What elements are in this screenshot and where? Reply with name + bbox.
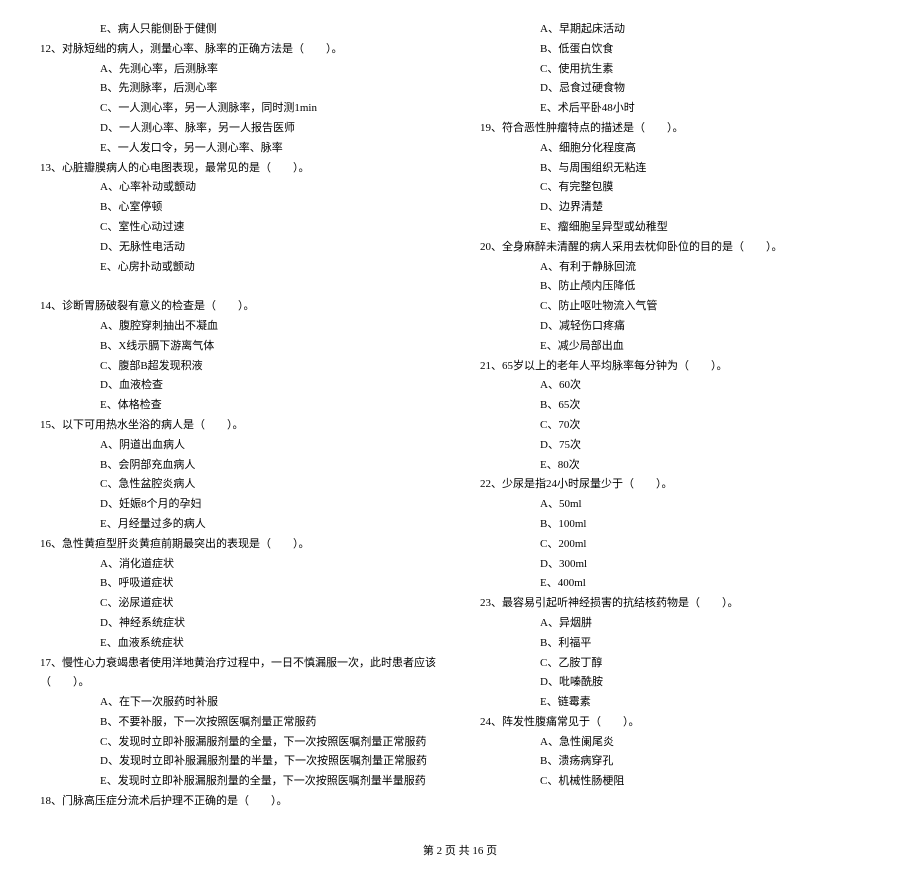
- q24-option-a: A、急性阑尾炎: [480, 733, 880, 753]
- q23-option-d: D、吡嗪酰胺: [480, 673, 880, 693]
- q12-option-a: A、先测心率，后测脉率: [40, 60, 440, 80]
- q21-option-c: C、70次: [480, 416, 880, 436]
- q24-stem: 24、阵发性腹痛常见于（ ）。: [480, 713, 880, 733]
- q19-option-c: C、有完整包膜: [480, 178, 880, 198]
- q21-stem: 21、65岁以上的老年人平均脉率每分钟为（ ）。: [480, 357, 880, 377]
- q23-option-c: C、乙胺丁醇: [480, 654, 880, 674]
- q14-option-a: A、腹腔穿刺抽出不凝血: [40, 317, 440, 337]
- q20-option-b: B、防止颅内压降低: [480, 277, 880, 297]
- right-column: A、早期起床活动 B、低蛋白饮食 C、使用抗生素 D、忌食过硬食物 E、术后平卧…: [480, 20, 880, 812]
- q19-option-e: E、瘤细胞呈异型或幼稚型: [480, 218, 880, 238]
- q18-option-c: C、使用抗生素: [480, 60, 880, 80]
- q17-option-a: A、在下一次服药时补服: [40, 693, 440, 713]
- q14-option-b: B、X线示膈下游离气体: [40, 337, 440, 357]
- q19-option-a: A、细胞分化程度高: [480, 139, 880, 159]
- q22-option-a: A、50ml: [480, 495, 880, 515]
- q23-option-a: A、异烟肼: [480, 614, 880, 634]
- q23-option-b: B、利福平: [480, 634, 880, 654]
- q14-option-d: D、血液检查: [40, 376, 440, 396]
- q18-stem: 18、门脉高压症分流术后护理不正确的是（ ）。: [40, 792, 440, 812]
- q14-option-e: E、体格检查: [40, 396, 440, 416]
- q19-option-d: D、边界清楚: [480, 198, 880, 218]
- q17-option-b: B、不要补服，下一次按照医嘱剂量正常服药: [40, 713, 440, 733]
- q13-option-e: E、心房扑动或颤动: [40, 258, 440, 278]
- q11-option-e: E、病人只能侧卧于健侧: [40, 20, 440, 40]
- q20-option-e: E、减少局部出血: [480, 337, 880, 357]
- left-column: E、病人只能侧卧于健侧 12、对脉短绌的病人，测量心率、脉率的正确方法是（ ）。…: [40, 20, 440, 812]
- q23-option-e: E、链霉素: [480, 693, 880, 713]
- q12-option-e: E、一人发口令，另一人测心率、脉率: [40, 139, 440, 159]
- q17-option-c: C、发现时立即补服漏服剂量的全量，下一次按照医嘱剂量正常服药: [40, 733, 440, 753]
- q12-stem: 12、对脉短绌的病人，测量心率、脉率的正确方法是（ ）。: [40, 40, 440, 60]
- q12-option-b: B、先测脉率，后测心率: [40, 79, 440, 99]
- q17-stem: 17、慢性心力衰竭患者使用洋地黄治疗过程中，一日不慎漏服一次，此时患者应该（ ）…: [40, 654, 440, 694]
- q23-stem: 23、最容易引起听神经损害的抗结核药物是（ ）。: [480, 594, 880, 614]
- q16-option-e: E、血液系统症状: [40, 634, 440, 654]
- q15-option-a: A、阴道出血病人: [40, 436, 440, 456]
- q22-stem: 22、少尿是指24小时尿量少于（ ）。: [480, 475, 880, 495]
- q16-stem: 16、急性黄疸型肝炎黄疸前期最突出的表现是（ ）。: [40, 535, 440, 555]
- q12-option-c: C、一人测心率，另一人测脉率，同时测1min: [40, 99, 440, 119]
- q18-option-d: D、忌食过硬食物: [480, 79, 880, 99]
- q16-option-d: D、神经系统症状: [40, 614, 440, 634]
- q18-option-a: A、早期起床活动: [480, 20, 880, 40]
- q21-option-a: A、60次: [480, 376, 880, 396]
- q18-option-b: B、低蛋白饮食: [480, 40, 880, 60]
- q15-option-c: C、急性盆腔炎病人: [40, 475, 440, 495]
- q20-option-a: A、有利于静脉回流: [480, 258, 880, 278]
- q18-option-e: E、术后平卧48小时: [480, 99, 880, 119]
- q20-stem: 20、全身麻醉未清醒的病人采用去枕仰卧位的目的是（ ）。: [480, 238, 880, 258]
- q17-option-d: D、发现时立即补服漏服剂量的半量，下一次按照医嘱剂量正常服药: [40, 752, 440, 772]
- q20-option-c: C、防止呕吐物流入气管: [480, 297, 880, 317]
- q13-stem: 13、心脏瓣膜病人的心电图表现，最常见的是（ ）。: [40, 159, 440, 179]
- q13-option-a: A、心率补动或颤动: [40, 178, 440, 198]
- q14-stem: 14、诊断胃肠破裂有意义的检查是（ ）。: [40, 297, 440, 317]
- q12-option-d: D、一人测心率、脉率，另一人报告医师: [40, 119, 440, 139]
- q22-option-c: C、200ml: [480, 535, 880, 555]
- q24-option-c: C、机械性肠梗阻: [480, 772, 880, 792]
- q13-option-b: B、心室停顿: [40, 198, 440, 218]
- q21-option-e: E、80次: [480, 456, 880, 476]
- q22-option-e: E、400ml: [480, 574, 880, 594]
- q21-option-d: D、75次: [480, 436, 880, 456]
- q15-stem: 15、以下可用热水坐浴的病人是（ ）。: [40, 416, 440, 436]
- q19-option-b: B、与周围组织无粘连: [480, 159, 880, 179]
- q24-option-b: B、溃疡病穿孔: [480, 752, 880, 772]
- q19-stem: 19、符合恶性肿瘤特点的描述是（ ）。: [480, 119, 880, 139]
- q20-option-d: D、减轻伤口疼痛: [480, 317, 880, 337]
- q14-option-c: C、腹部B超发现积液: [40, 357, 440, 377]
- q15-option-b: B、会阴部充血病人: [40, 456, 440, 476]
- q16-option-a: A、消化道症状: [40, 555, 440, 575]
- page-footer: 第 2 页 共 16 页: [40, 842, 880, 862]
- q15-option-e: E、月经量过多的病人: [40, 515, 440, 535]
- q13-option-c: C、室性心动过速: [40, 218, 440, 238]
- q22-option-b: B、100ml: [480, 515, 880, 535]
- two-column-layout: E、病人只能侧卧于健侧 12、对脉短绌的病人，测量心率、脉率的正确方法是（ ）。…: [40, 20, 880, 812]
- q22-option-d: D、300ml: [480, 555, 880, 575]
- q17-option-e: E、发现时立即补服漏服剂量的全量，下一次按照医嘱剂量半量服药: [40, 772, 440, 792]
- q13-option-d: D、无脉性电活动: [40, 238, 440, 258]
- q16-option-b: B、呼吸道症状: [40, 574, 440, 594]
- q15-option-d: D、妊娠8个月的孕妇: [40, 495, 440, 515]
- q16-option-c: C、泌尿道症状: [40, 594, 440, 614]
- q21-option-b: B、65次: [480, 396, 880, 416]
